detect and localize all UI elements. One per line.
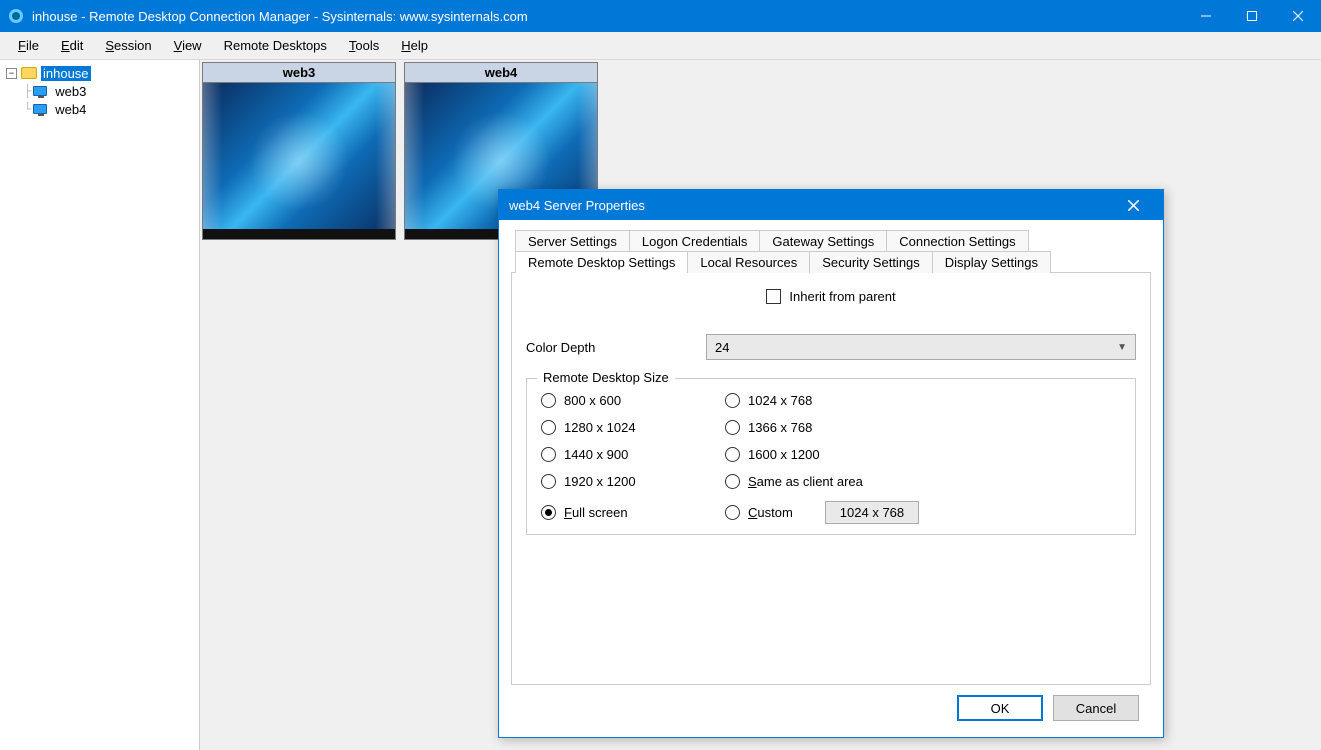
thumbnail-title: web4 xyxy=(405,63,597,83)
tab-display-settings[interactable]: Display Settings xyxy=(933,251,1051,273)
color-depth-select[interactable]: 24 ▼ xyxy=(706,334,1136,360)
thumbnail-preview xyxy=(203,83,395,239)
chevron-down-icon: ▼ xyxy=(1117,342,1127,353)
folder-icon xyxy=(21,67,37,79)
thumbnail-web3[interactable]: web3 xyxy=(202,62,396,240)
dialog-close-button[interactable] xyxy=(1113,200,1153,211)
tab-server-settings[interactable]: Server Settings xyxy=(516,230,630,252)
menu-view[interactable]: View xyxy=(164,36,212,55)
radio-1440x900[interactable] xyxy=(541,447,556,462)
tab-security-settings[interactable]: Security Settings xyxy=(810,251,933,273)
tab-panel: Inherit from parent Color Depth 24 ▼ Rem… xyxy=(511,272,1151,685)
ok-button[interactable]: OK xyxy=(957,695,1043,721)
thumbnail-title: web3 xyxy=(203,63,395,83)
app-icon xyxy=(8,8,24,24)
tree-expander[interactable]: − xyxy=(6,68,17,79)
dialog-tabs: Server Settings Logon Credentials Gatewa… xyxy=(511,230,1151,272)
dialog-title: web4 Server Properties xyxy=(509,198,645,213)
tree-label: web3 xyxy=(53,84,88,99)
window-titlebar: inhouse - Remote Desktop Connection Mana… xyxy=(0,0,1321,32)
color-depth-label: Color Depth xyxy=(526,340,706,355)
tab-connection-settings[interactable]: Connection Settings xyxy=(887,230,1028,252)
group-legend: Remote Desktop Size xyxy=(537,370,675,385)
radio-1366x768[interactable] xyxy=(725,420,740,435)
server-properties-dialog: web4 Server Properties Server Settings L… xyxy=(498,189,1164,738)
maximize-button[interactable] xyxy=(1229,0,1275,32)
remote-desktop-size-group: Remote Desktop Size 800 x 600 1024 x 768… xyxy=(526,378,1136,535)
radio-same-as-client[interactable] xyxy=(725,474,740,489)
tree-label: web4 xyxy=(53,102,88,117)
custom-size-input[interactable]: 1024 x 768 xyxy=(825,501,919,524)
radio-full-screen[interactable] xyxy=(541,505,556,520)
menu-help[interactable]: Help xyxy=(391,36,438,55)
color-depth-value: 24 xyxy=(715,340,729,355)
tab-gateway-settings[interactable]: Gateway Settings xyxy=(760,230,887,252)
window-title: inhouse - Remote Desktop Connection Mana… xyxy=(32,9,1183,24)
menu-session[interactable]: Session xyxy=(95,36,161,55)
menu-remote-desktops[interactable]: Remote Desktops xyxy=(214,36,337,55)
radio-1920x1200[interactable] xyxy=(541,474,556,489)
tab-local-resources[interactable]: Local Resources xyxy=(688,251,810,273)
menubar: File Edit Session View Remote Desktops T… xyxy=(0,32,1321,60)
minimize-button[interactable] xyxy=(1183,0,1229,32)
server-tree: − inhouse ├ web3 └ web4 xyxy=(0,60,200,750)
inherit-label: Inherit from parent xyxy=(789,289,895,304)
menu-tools[interactable]: Tools xyxy=(339,36,389,55)
tab-logon-credentials[interactable]: Logon Credentials xyxy=(630,230,761,252)
cancel-button[interactable]: Cancel xyxy=(1053,695,1139,721)
tree-label: inhouse xyxy=(41,66,91,81)
menu-file[interactable]: File xyxy=(8,36,49,55)
tree-item-web4[interactable]: └ web4 xyxy=(2,100,197,118)
tree-root-inhouse[interactable]: − inhouse xyxy=(2,64,197,82)
radio-1280x1024[interactable] xyxy=(541,420,556,435)
close-button[interactable] xyxy=(1275,0,1321,32)
radio-800x600[interactable] xyxy=(541,393,556,408)
dialog-titlebar: web4 Server Properties xyxy=(499,190,1163,220)
inherit-checkbox[interactable] xyxy=(766,289,781,304)
radio-1600x1200[interactable] xyxy=(725,447,740,462)
menu-edit[interactable]: Edit xyxy=(51,36,93,55)
monitor-icon xyxy=(33,104,47,114)
monitor-icon xyxy=(33,86,47,96)
radio-custom[interactable] xyxy=(725,505,740,520)
radio-1024x768[interactable] xyxy=(725,393,740,408)
tab-remote-desktop-settings[interactable]: Remote Desktop Settings xyxy=(516,251,688,273)
tree-item-web3[interactable]: ├ web3 xyxy=(2,82,197,100)
